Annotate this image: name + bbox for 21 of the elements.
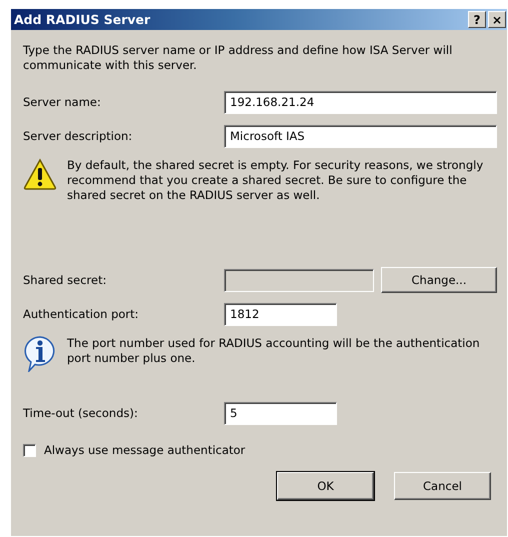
input-field[interactable]: Microsoft IAS (224, 124, 497, 148)
field-label: Server name: (23, 95, 102, 109)
intro-text: Type the RADIUS server name or IP address and define how ISA Server will communicate with this server. (23, 43, 454, 73)
warning-text: By default, the shared secret is empty. For security reasons, we strongly recommend that you create a shared secret. Be sure to configure the shared secret on the RADIUS server as well. (67, 158, 484, 203)
field-label: Time-out (seconds): (23, 406, 139, 420)
ok-button[interactable]: OK (277, 472, 374, 500)
field-label: Server description: (23, 129, 134, 143)
window-title: Add RADIUS Server (14, 12, 150, 27)
warning-icon (23, 158, 57, 190)
checkbox[interactable] (23, 444, 36, 456)
cancel-button[interactable]: Cancel (394, 472, 491, 500)
info-icon (23, 336, 57, 372)
field-label: Authentication port: (23, 307, 140, 321)
checkbox-label[interactable]: Always use message authenticator (44, 443, 246, 457)
field-label: Shared secret: (23, 273, 108, 287)
close-button[interactable]: × (488, 11, 506, 28)
info-text: The port number used for RADIUS accounting will be the authentication port number plus one. (67, 336, 481, 366)
input-field[interactable]: 5 (224, 402, 337, 424)
input-field[interactable]: 192.168.21.24 (224, 90, 497, 114)
help-button[interactable]: ? (468, 11, 486, 28)
input-field[interactable]: 1812 (224, 302, 337, 326)
